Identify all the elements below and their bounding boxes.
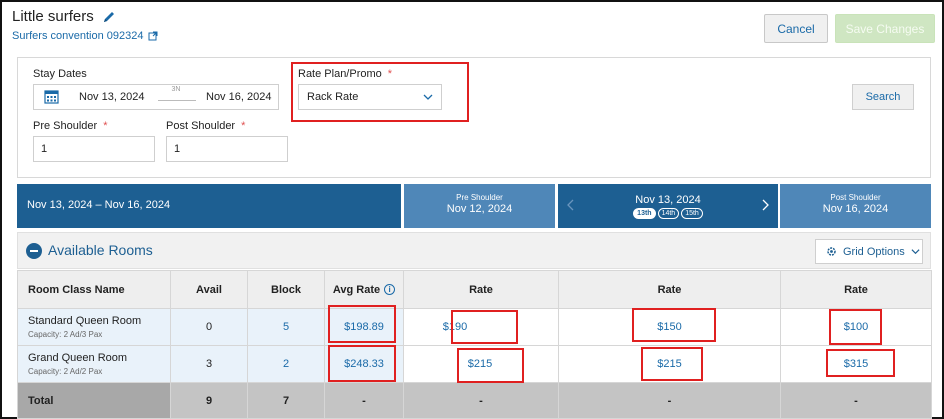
room-class-cell: Grand Queen Room Capacity: 2 Ad/2 Pax	[17, 345, 171, 383]
highlight-pre-rate-1	[451, 310, 518, 344]
pencil-icon[interactable]	[102, 10, 116, 24]
col-header-rate-post: Rate	[780, 270, 932, 309]
chevron-right-icon[interactable]	[760, 199, 770, 211]
col-header-rate-pre: Rate	[403, 270, 559, 309]
pre-shoulder-input[interactable]	[33, 136, 155, 162]
post-shoulder-header-date: Nov 16, 2024	[822, 203, 889, 215]
convention-link-text[interactable]: Surfers convention 092324	[12, 30, 143, 42]
end-date[interactable]: Nov 16, 2024	[206, 91, 271, 103]
convention-link[interactable]: Surfers convention 092324	[12, 30, 158, 42]
day-pill-14th[interactable]: 14th	[657, 208, 680, 219]
total-block: 7	[247, 382, 325, 419]
date-range-header: Nov 13, 2024 – Nov 16, 2024	[17, 184, 401, 228]
room-capacity: Capacity: 2 Ad/3 Pax	[28, 330, 103, 339]
highlight-current-rate-1	[632, 308, 716, 342]
required-mark: *	[241, 120, 246, 132]
post-shoulder-label: Post Shoulder *	[166, 120, 245, 132]
highlight-avg-rate-2	[328, 345, 396, 382]
pre-shoulder-label-text: Pre Shoulder	[33, 120, 98, 132]
post-shoulder-header-label: Post Shoulder	[830, 193, 881, 202]
post-shoulder-input[interactable]	[166, 136, 288, 162]
pre-shoulder-label: Pre Shoulder *	[33, 120, 108, 132]
day-pill-15th[interactable]: 15th	[681, 208, 703, 219]
chevron-left-icon[interactable]	[566, 199, 576, 211]
room-capacity: Capacity: 2 Ad/2 Pax	[28, 367, 103, 376]
room-name: Grand Queen Room	[28, 352, 128, 364]
post-shoulder-label-text: Post Shoulder	[166, 120, 236, 132]
current-date-text: Nov 13, 2024	[635, 194, 701, 206]
stay-dates-label: Stay Dates	[33, 68, 87, 80]
col-header-room-class: Room Class Name	[17, 270, 171, 309]
block-cell[interactable]: 2	[247, 345, 325, 383]
col-header-avg-rate-text: Avg Rate	[332, 283, 381, 296]
available-rooms-bar: Available Rooms Grid Options	[17, 232, 931, 269]
pre-shoulder-header-date: Nov 12, 2024	[446, 203, 513, 215]
stay-dates-picker[interactable]: Nov 13, 2024 3N Nov 16, 2024	[33, 84, 279, 110]
day-pill-13th[interactable]: 13th	[633, 208, 656, 219]
avail-cell: 3	[170, 345, 248, 383]
post-shoulder-header: Post Shoulder Nov 16, 2024	[780, 184, 931, 228]
page-title: Little surfers	[12, 8, 116, 25]
total-current-rate: -	[558, 382, 781, 419]
calendar-icon[interactable]	[44, 89, 59, 104]
total-pre-rate: -	[403, 382, 559, 419]
pre-shoulder-header: Pre Shoulder Nov 12, 2024	[404, 184, 555, 228]
total-avail: 9	[170, 382, 248, 419]
room-name: Standard Queen Room	[28, 315, 142, 327]
total-avg-rate: -	[324, 382, 404, 419]
nights-count: 3N	[171, 86, 181, 93]
day-pills: 13th 14th 15th	[558, 208, 778, 219]
grid-options-label[interactable]: Grid Options	[843, 246, 905, 258]
start-date[interactable]: Nov 13, 2024	[79, 91, 144, 103]
table-header-row: Room Class Name Avail Block Avg Rate i Ra…	[17, 270, 932, 309]
chevron-down-icon	[911, 249, 920, 255]
highlight-pre-rate-2	[457, 348, 524, 383]
col-header-block: Block	[247, 270, 325, 309]
highlight-avg-rate-1	[328, 305, 396, 343]
required-mark: *	[103, 120, 108, 132]
cancel-button[interactable]: Cancel	[764, 14, 828, 43]
gear-icon	[827, 247, 836, 256]
nights-arrow-line	[158, 100, 196, 101]
rooms-table: Room Class Name Avail Block Avg Rate i Ra…	[17, 270, 932, 419]
collapse-icon[interactable]	[26, 243, 42, 259]
available-rooms-title: Available Rooms	[48, 242, 153, 258]
external-link-icon[interactable]	[148, 31, 158, 41]
pre-shoulder-header-label: Pre Shoulder	[456, 193, 503, 202]
total-post-rate: -	[780, 382, 932, 419]
highlight-rate-plan	[291, 62, 469, 122]
avail-cell: 0	[170, 308, 248, 346]
total-label: Total	[17, 382, 171, 419]
total-row: Total 9 7 - - - -	[17, 382, 932, 419]
highlight-current-rate-2	[641, 347, 703, 381]
col-header-avail: Avail	[170, 270, 248, 309]
current-date-header: Nov 13, 2024 13th 14th 15th	[558, 184, 778, 228]
col-header-avg-rate: Avg Rate i	[324, 270, 404, 309]
room-class-cell: Standard Queen Room Capacity: 2 Ad/3 Pax	[17, 308, 171, 346]
highlight-post-rate-1	[829, 309, 882, 345]
grid-options-button[interactable]: Grid Options	[815, 239, 923, 264]
info-icon[interactable]: i	[384, 283, 396, 295]
search-button[interactable]: Search	[852, 84, 914, 110]
page-title-text: Little surfers	[12, 8, 94, 25]
save-changes-button[interactable]: Save Changes	[835, 14, 935, 43]
highlight-post-rate-2	[826, 349, 895, 377]
date-range-text: Nov 13, 2024 – Nov 16, 2024	[27, 199, 171, 211]
col-header-rate-current: Rate	[558, 270, 781, 309]
block-cell[interactable]: 5	[247, 308, 325, 346]
